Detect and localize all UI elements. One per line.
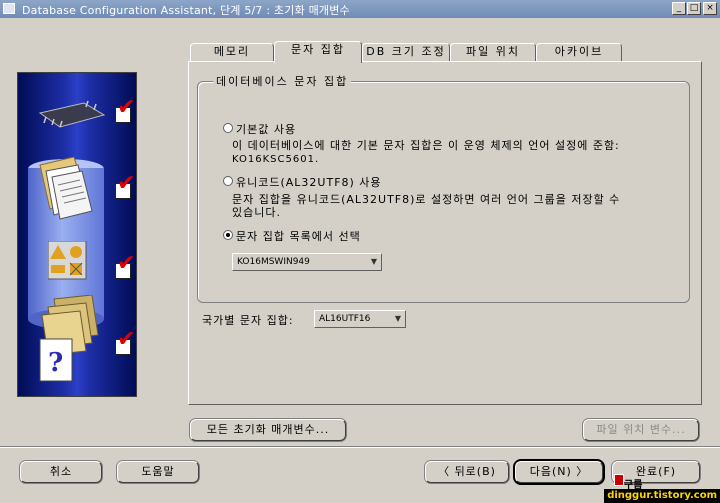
default-charset-label[interactable]: 기본값 사용: [236, 121, 296, 137]
close-button[interactable]: ×: [703, 2, 717, 15]
charset-list-label[interactable]: 문자 집합 목록에서 선택: [236, 228, 361, 244]
memory-chip-icon: [38, 100, 106, 128]
tab-db-sizing[interactable]: DB 크기 조정: [362, 43, 450, 61]
unicode-charset-label[interactable]: 유니코드(AL32UTF8) 사용: [236, 174, 382, 190]
svg-text:?: ?: [48, 348, 63, 378]
chevron-down-icon: ▼: [394, 314, 401, 323]
unicode-charset-description-cont: 있습니다.: [232, 206, 281, 219]
default-charset-value: KO16KSC5601.: [232, 154, 320, 165]
national-charset-value: AL16UTF16: [319, 314, 371, 324]
checkmark-icon: ✔: [117, 251, 136, 276]
watermark-text: dinggur.tistory.com: [604, 489, 720, 503]
national-charset-select[interactable]: AL16UTF16 ▼: [314, 310, 406, 328]
footer-separator: [0, 446, 720, 448]
minimize-button[interactable]: _: [672, 2, 686, 15]
chevron-left-icon: 〈: [438, 465, 451, 478]
title-bar: Database Configuration Assistant, 단계 5/7…: [0, 0, 720, 18]
maximize-button[interactable]: □: [687, 2, 701, 15]
step-illustration-panel: ? ✔ ✔ ✔ ✔: [17, 72, 137, 397]
tab-memory[interactable]: 메모리: [190, 43, 274, 61]
tab-file-locations[interactable]: 파일 위치: [450, 43, 536, 61]
next-button-label: 다음(N): [529, 465, 572, 478]
cancel-button[interactable]: 취소: [20, 461, 102, 483]
tab-archive[interactable]: 아카이브: [536, 43, 622, 61]
all-init-params-button[interactable]: 모든 초기화 매개변수...: [190, 419, 346, 441]
checkmark-icon: ✔: [117, 95, 136, 120]
help-folders-icon: ?: [39, 295, 99, 382]
file-location-vars-button[interactable]: 파일 위치 변수...: [583, 419, 699, 441]
checkmark-icon: ✔: [117, 171, 136, 196]
window-menu-icon[interactable]: [3, 3, 15, 14]
watermark-logo-icon: [614, 474, 624, 486]
unicode-charset-description: 문자 집합을 유니코드(AL32UTF8)로 설정하면 여러 언어 그룹을 저장…: [232, 193, 621, 206]
default-charset-description: 이 데이터베이스에 대한 기본 문자 집합은 이 운영 체제의 언어 설정에 준…: [232, 139, 620, 152]
documents-icon: [39, 157, 93, 220]
charset-select-value: KO16MSWIN949: [237, 257, 310, 267]
checkmark-icon: ✔: [117, 327, 136, 352]
tab-character-sets[interactable]: 문자 집합: [274, 41, 362, 63]
window-title: Database Configuration Assistant, 단계 5/7…: [22, 4, 350, 17]
charset-list-radio[interactable]: [223, 230, 233, 240]
chevron-down-icon: ▼: [370, 257, 377, 266]
next-button[interactable]: 다음(N) 〉: [515, 461, 603, 483]
back-button[interactable]: 〈 뒤로(B): [425, 461, 509, 483]
unicode-charset-radio[interactable]: [223, 176, 233, 186]
shapes-icon: [48, 241, 87, 280]
default-charset-radio[interactable]: [223, 123, 233, 133]
chevron-right-icon: 〉: [576, 465, 589, 478]
charset-select[interactable]: KO16MSWIN949 ▼: [232, 253, 382, 271]
help-button[interactable]: 도움말: [117, 461, 199, 483]
database-charset-legend: 데이터베이스 문자 집합: [213, 73, 352, 89]
back-button-label: 뒤로(B): [454, 465, 496, 478]
national-charset-label: 국가별 문자 집합:: [202, 314, 294, 327]
